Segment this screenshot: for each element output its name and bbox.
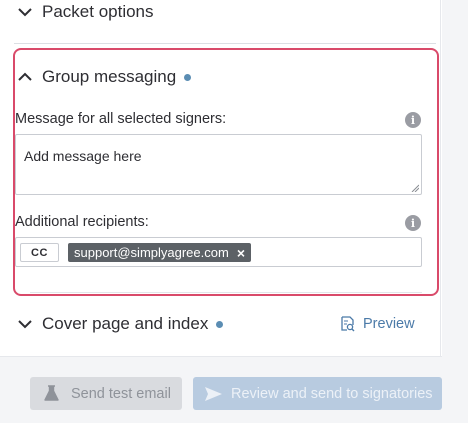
paper-plane-icon bbox=[205, 386, 222, 401]
status-dot bbox=[216, 320, 224, 328]
chevron-down-icon bbox=[16, 315, 34, 333]
group-messaging-header[interactable]: Group messaging bbox=[16, 66, 192, 88]
group-messaging-title: Group messaging bbox=[42, 67, 177, 86]
review-and-send-button[interactable]: Review and send to signatories bbox=[193, 377, 442, 410]
send-test-email-button[interactable]: Send test email bbox=[30, 377, 182, 410]
cc-button[interactable]: CC bbox=[20, 243, 59, 262]
preview-label: Preview bbox=[363, 316, 415, 332]
flask-icon bbox=[44, 385, 59, 401]
cover-page-title: Cover page and index bbox=[42, 314, 209, 333]
chevron-down-icon bbox=[16, 3, 34, 21]
recipients-label: Additional recipients: bbox=[15, 214, 149, 230]
cover-page-header[interactable]: Cover page and index bbox=[16, 313, 224, 335]
packet-options-header[interactable]: Packet options bbox=[16, 0, 154, 24]
section-divider bbox=[14, 43, 436, 44]
review-and-send-label: Review and send to signatories bbox=[231, 385, 433, 402]
resize-grip-icon[interactable] bbox=[411, 184, 419, 192]
message-label: Message for all selected signers: bbox=[15, 111, 227, 127]
status-dot bbox=[184, 73, 192, 81]
packet-options-title: Packet options bbox=[42, 2, 154, 21]
chevron-up-icon bbox=[16, 68, 34, 86]
side-gutter bbox=[442, 0, 468, 423]
close-icon[interactable]: × bbox=[237, 245, 245, 261]
document-search-icon bbox=[341, 316, 355, 332]
info-icon[interactable]: i bbox=[405, 112, 421, 128]
message-textarea[interactable]: Add message here bbox=[15, 134, 422, 195]
section-divider bbox=[30, 292, 422, 293]
recipient-chip: support@simplyagree.com × bbox=[68, 243, 252, 262]
info-icon[interactable]: i bbox=[405, 215, 421, 231]
recipient-email: support@simplyagree.com bbox=[74, 245, 229, 260]
packet-settings-panel: Packet options Group messaging Message f… bbox=[0, 0, 441, 356]
recipients-input[interactable]: CC support@simplyagree.com × bbox=[15, 237, 422, 267]
message-placeholder: Add message here bbox=[24, 148, 142, 164]
send-test-email-label: Send test email bbox=[71, 385, 171, 402]
preview-link[interactable]: Preview bbox=[341, 316, 415, 332]
